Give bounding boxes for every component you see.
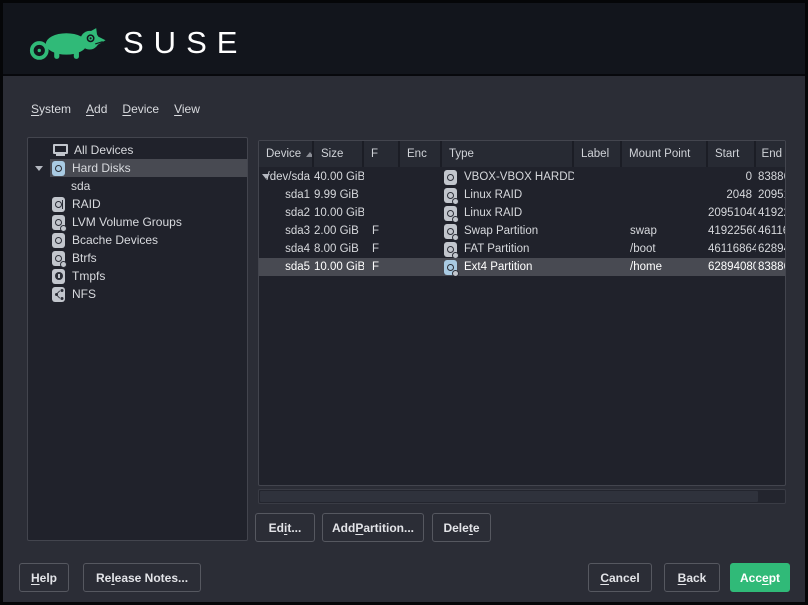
menu-view[interactable]: View xyxy=(174,102,200,116)
column-header-device[interactable]: Device xyxy=(259,141,314,167)
table-row-sda3[interactable]: sda3 2.00 GiB F Swap Partition swap 4192… xyxy=(259,222,785,240)
column-header-start[interactable]: Start xyxy=(708,141,756,167)
device-tree-sidebar: All Devices Hard Disks sda RAID LVM Volu xyxy=(27,137,248,541)
accept-button[interactable]: Accept xyxy=(730,563,790,592)
partition-icon xyxy=(444,260,457,275)
menu-add[interactable]: Add xyxy=(86,102,107,116)
sidebar-item-btrfs[interactable]: Btrfs xyxy=(28,249,247,267)
partition-icon xyxy=(444,206,457,221)
expander-icon[interactable] xyxy=(35,166,43,171)
btrfs-disk-icon xyxy=(52,251,65,266)
help-button[interactable]: Help xyxy=(19,563,69,592)
column-header-label[interactable]: Label xyxy=(574,141,622,167)
scrollbar-thumb[interactable] xyxy=(260,491,758,502)
sidebar-item-lvm-volume-groups[interactable]: LVM Volume Groups xyxy=(28,213,247,231)
add-partition-button[interactable]: Add Partition... xyxy=(322,513,424,542)
release-notes-button[interactable]: Release Notes... xyxy=(83,563,201,592)
lvm-disk-icon xyxy=(52,215,65,230)
hard-disk-icon xyxy=(52,161,65,176)
clock-icon xyxy=(52,269,65,284)
sidebar-item-sda[interactable]: sda xyxy=(28,177,247,195)
menu-bar: System Add Device View xyxy=(31,102,200,116)
column-header-type[interactable]: Type xyxy=(442,141,574,167)
sort-ascending-icon xyxy=(306,152,314,157)
edit-button[interactable]: Edit... xyxy=(255,513,315,542)
horizontal-scrollbar[interactable] xyxy=(258,489,786,504)
column-header-mount-point[interactable]: Mount Point xyxy=(622,141,708,167)
sidebar-item-nfs[interactable]: NFS xyxy=(28,285,247,303)
table-row-sda1[interactable]: sda1 9.99 GiB Linux RAID 2048 20951039 xyxy=(259,186,785,204)
sidebar-item-raid[interactable]: RAID xyxy=(28,195,247,213)
suse-logo: SUSE xyxy=(29,24,247,62)
sidebar-item-bcache-devices[interactable]: Bcache Devices xyxy=(28,231,247,249)
partition-icon xyxy=(444,224,457,239)
brand-wordmark: SUSE xyxy=(123,24,247,62)
column-header-f[interactable]: F xyxy=(364,141,400,167)
partition-icon xyxy=(444,188,457,203)
monitor-icon xyxy=(52,143,67,157)
cancel-button[interactable]: Cancel xyxy=(588,563,652,592)
table-header-row: Device Size F Enc Type Label Mount Point… xyxy=(259,141,785,167)
partition-icon xyxy=(444,242,457,257)
column-header-enc[interactable]: Enc xyxy=(400,141,442,167)
column-header-end[interactable]: End xyxy=(756,141,786,167)
table-row-dev-sda[interactable]: /dev/sda 40.00 GiB VBOX-VBOX HARDDISK 0 … xyxy=(259,168,785,186)
suse-banner: SUSE xyxy=(3,3,805,76)
menu-device[interactable]: Device xyxy=(122,102,159,116)
sidebar-item-all-devices[interactable]: All Devices xyxy=(28,141,247,159)
share-icon xyxy=(52,287,65,302)
expander-icon[interactable] xyxy=(262,174,270,179)
table-row-sda5-selected[interactable]: sda5 10.00 GiB F Ext4 Partition /home 62… xyxy=(259,258,785,276)
chameleon-icon xyxy=(29,24,113,62)
menu-system[interactable]: System xyxy=(31,102,71,116)
sidebar-item-hard-disks[interactable]: Hard Disks xyxy=(28,159,247,177)
back-button[interactable]: Back xyxy=(664,563,720,592)
raid-disk-icon xyxy=(52,197,65,212)
table-row-sda4[interactable]: sda4 8.00 GiB F FAT Partition /boot 4611… xyxy=(259,240,785,258)
sidebar-item-tmpfs[interactable]: Tmpfs xyxy=(28,267,247,285)
bcache-disk-icon xyxy=(52,233,65,248)
yast-partitioner-window: SUSE System Add Device View All Devices … xyxy=(0,0,808,605)
table-row-sda2[interactable]: sda2 10.00 GiB Linux RAID 20951040 41922… xyxy=(259,204,785,222)
delete-button[interactable]: Delete xyxy=(432,513,491,542)
disk-icon xyxy=(444,170,457,185)
column-header-size[interactable]: Size xyxy=(314,141,364,167)
partitions-table: Device Size F Enc Type Label Mount Point… xyxy=(258,140,786,486)
